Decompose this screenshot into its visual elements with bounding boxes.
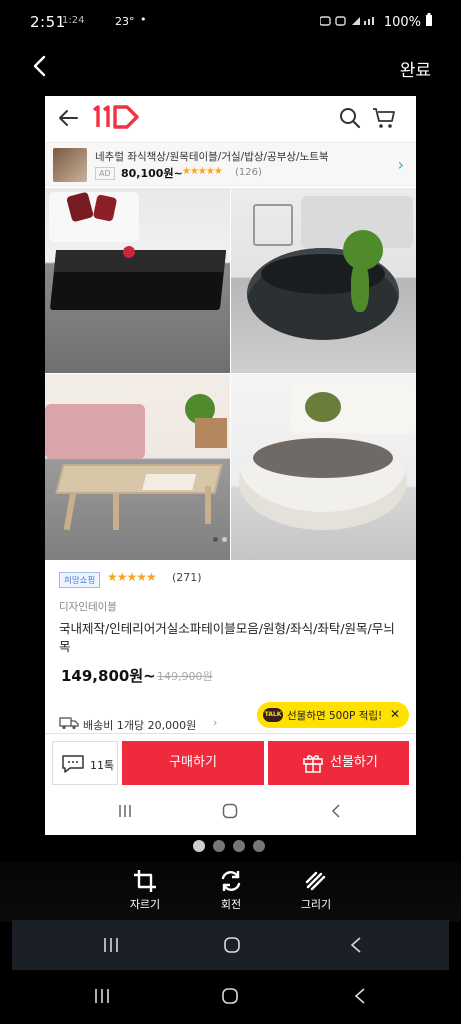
product-tag: 희망쇼핑 — [59, 572, 101, 588]
chevron-right-icon: › — [397, 155, 404, 174]
gallery-dot — [222, 537, 227, 542]
status-time: 2:51 — [30, 13, 66, 31]
editor-pager-dot[interactable] — [253, 840, 265, 852]
screenshot-preview[interactable]: 네추럴 좌식책상/원목테이블/거실/밥상/공부상/노트북 AD 80,100원~… — [45, 96, 416, 835]
logo-11st-icon — [92, 105, 139, 129]
ad-title: 네추럴 좌식책상/원목테이블/거실/밥상/공부상/노트북 — [95, 151, 329, 163]
editor-pager-dot[interactable] — [233, 840, 245, 852]
chevron-right-icon[interactable]: › — [213, 716, 217, 729]
seller-name[interactable]: 디자인테이블 — [59, 599, 117, 614]
product-title: 국내제작/인테리어거실소파테이블모음/원형/좌식/좌탁/원목/무늬목 — [59, 621, 395, 654]
status-ghost-time: 1:24 — [62, 15, 85, 26]
status-right: 100% — [319, 13, 433, 31]
crop-tool-label: 자르기 — [129, 898, 161, 911]
talk-button-label: 11톡 — [90, 759, 115, 772]
chevron-left-icon — [33, 55, 46, 77]
ad-banner[interactable]: 네추럴 좌식책상/원목테이블/거실/밥상/공부상/노트북 AD 80,100원~… — [45, 142, 416, 186]
close-icon[interactable]: ✕ — [390, 707, 400, 721]
gallery-dot — [240, 537, 245, 542]
back-button[interactable] — [28, 52, 56, 80]
cart-icon[interactable] — [372, 107, 396, 129]
gift-tooltip[interactable]: TALK 선물하면 500P 적립! ✕ — [257, 702, 409, 728]
arrow-left-icon[interactable] — [57, 108, 79, 128]
battery-icon — [425, 13, 433, 31]
editor-pager-dot[interactable] — [213, 840, 225, 852]
home-icon — [222, 803, 238, 823]
gift-button[interactable]: 선물하기 — [268, 741, 409, 785]
ad-badge: AD — [95, 167, 115, 180]
product-rating-stars: ★★★★★ — [107, 570, 157, 584]
gallery-dot — [231, 537, 236, 542]
home-icon[interactable] — [223, 936, 241, 954]
product-image-black-table — [45, 188, 230, 373]
battery-text: 100% — [383, 14, 421, 30]
nav-bar-upper — [12, 920, 449, 970]
truck-icon — [59, 717, 79, 730]
product-gallery[interactable] — [45, 188, 416, 560]
rotate-icon — [221, 871, 241, 891]
crop-tool[interactable]: 자르기 — [115, 868, 175, 912]
done-button[interactable]: 완료 — [400, 56, 431, 81]
buy-button[interactable]: 구매하기 — [122, 741, 264, 785]
kakao-talk-icon: TALK — [263, 708, 283, 722]
gallery-pager — [213, 537, 245, 542]
purchase-bar: 11톡 구매하기 선물하기 — [45, 733, 416, 793]
recents-icon[interactable] — [102, 936, 120, 954]
nav-bar-lower — [0, 970, 461, 1024]
talk-button[interactable]: 11톡 — [52, 741, 118, 785]
editor-toolbar: 자르기 회전 그리기 — [0, 862, 461, 922]
status-icons — [319, 15, 380, 30]
recents-icon — [117, 803, 133, 823]
gift-tooltip-text: 선물하면 500P 적립! — [287, 710, 383, 722]
product-price: 149,800원~ — [61, 667, 156, 685]
back-icon — [328, 803, 344, 823]
gift-button-label: 선물하기 — [330, 755, 378, 770]
original-price: 149,900원 — [157, 670, 213, 683]
gallery-dot — [213, 537, 218, 542]
recents-icon[interactable] — [93, 987, 111, 1005]
ad-thumbnail — [53, 148, 87, 182]
crop-icon — [134, 870, 156, 892]
product-image-wood-table — [45, 374, 230, 560]
ad-price: 80,100원~ — [121, 167, 183, 180]
editor-pager-dot[interactable] — [193, 840, 205, 852]
gift-icon — [303, 755, 323, 773]
product-review-count[interactable]: (271) — [172, 571, 202, 584]
product-image-white-round-table — [231, 374, 416, 560]
home-icon[interactable] — [221, 987, 239, 1005]
editor-topbar: 완료 — [0, 44, 461, 90]
ad-review-count: (126) — [235, 167, 262, 178]
editor-pager — [193, 840, 265, 852]
back-icon[interactable] — [353, 987, 367, 1005]
preview-nav-bar — [45, 793, 416, 835]
search-icon[interactable] — [339, 107, 361, 129]
brand-logo[interactable] — [91, 104, 143, 136]
preview-header — [45, 96, 416, 140]
product-image-dark-round-table — [231, 188, 416, 373]
shipping-fee: 배송비 1개당 20,000원 — [83, 719, 197, 732]
back-icon[interactable] — [349, 936, 363, 954]
status-temperature: 23° — [115, 15, 135, 28]
status-bar: 2:51 1:24 23° • 100% — [0, 0, 461, 44]
chat-icon — [62, 755, 84, 773]
draw-tool-label: 그리기 — [300, 898, 332, 911]
rotate-tool[interactable]: 회전 — [201, 868, 261, 912]
rotate-tool-label: 회전 — [220, 898, 242, 911]
status-dot: • — [140, 13, 147, 26]
draw-tool[interactable]: 그리기 — [286, 868, 346, 912]
ad-rating-stars: ★★★★★ — [182, 166, 223, 177]
draw-icon — [305, 871, 326, 891]
